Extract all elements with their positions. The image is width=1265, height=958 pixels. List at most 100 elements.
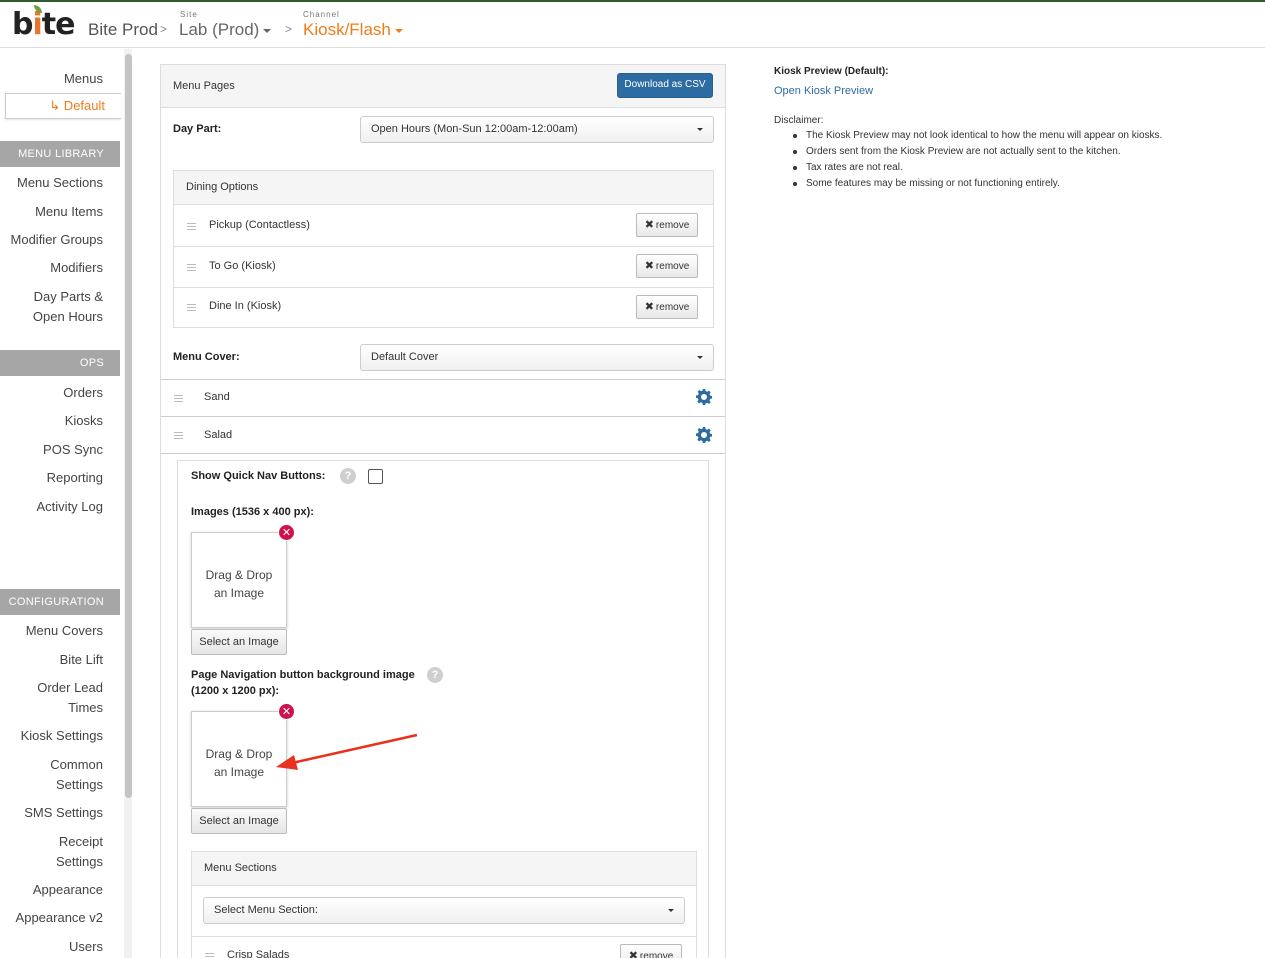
download-csv-button[interactable]: Download as CSV bbox=[617, 73, 713, 98]
sidebar-item-reporting[interactable]: Reporting bbox=[47, 468, 103, 488]
list-item: Orders sent from the Kiosk Preview are n… bbox=[774, 144, 1244, 160]
remove-to-go-button[interactable]: ✖ remove bbox=[636, 254, 698, 278]
sidebar-item-bite-lift[interactable]: Bite Lift bbox=[60, 650, 103, 670]
sidebar-item-users[interactable]: Users bbox=[69, 937, 103, 957]
sidebar-item-orders[interactable]: Orders bbox=[63, 383, 103, 403]
sidebar-item-receipt[interactable]: Receipt bbox=[59, 832, 103, 852]
select-page-nav-image-button[interactable]: Select an Image bbox=[191, 808, 287, 834]
dining-options-title: Dining Options bbox=[174, 171, 713, 205]
sidebar-item-day-parts[interactable]: Day Parts & bbox=[34, 287, 103, 307]
caret-down-icon bbox=[697, 356, 703, 359]
gear-icon[interactable] bbox=[696, 427, 712, 443]
sidebar-item-kiosk-settings[interactable]: Kiosk Settings bbox=[21, 726, 103, 746]
day-part-select[interactable]: Open Hours (Mon-Sun 12:00am-12:00am) bbox=[360, 116, 714, 143]
row-divider bbox=[174, 287, 713, 288]
remove-section-button[interactable]: ✖ remove bbox=[620, 944, 682, 958]
remove-icon: ✖ bbox=[644, 301, 654, 313]
caret-down-icon bbox=[263, 28, 272, 33]
sidebar-item-kiosks[interactable]: Kiosks bbox=[65, 411, 103, 431]
sidebar-item-times[interactable]: Times bbox=[68, 698, 103, 718]
configuration-header: CONFIGURATION bbox=[0, 589, 120, 615]
drag-handle-icon[interactable] bbox=[205, 953, 214, 958]
panel-header: Menu Pages Download as CSV bbox=[161, 65, 725, 108]
disclaimer-label: Disclaimer: bbox=[774, 115, 824, 126]
sidebar-item-menu-covers[interactable]: Menu Covers bbox=[26, 621, 103, 641]
help-icon[interactable]: ? bbox=[340, 468, 356, 484]
sidebar-item-receipt-settings[interactable]: Settings bbox=[56, 852, 103, 872]
help-icon[interactable]: ? bbox=[427, 667, 443, 683]
sidebar-item-sms-settings[interactable]: SMS Settings bbox=[24, 803, 103, 823]
menu-section-select[interactable]: Select Menu Section: bbox=[203, 897, 685, 924]
page-nav-image-size: (1200 x 1200 px): bbox=[191, 685, 280, 697]
menu-pages-panel: Menu Pages Download as CSV Day Part: Ope… bbox=[160, 64, 726, 958]
kiosk-preview-title: Kiosk Preview (Default): bbox=[774, 66, 889, 77]
images-label: Images (1536 x 400 px): bbox=[191, 506, 314, 518]
sidebar-item-common[interactable]: Common bbox=[50, 755, 103, 775]
bite-logo[interactable]: b ite bbox=[12, 5, 75, 42]
breadcrumb-separator: > bbox=[285, 22, 293, 36]
sidebar-scrollbar-thumb[interactable] bbox=[125, 54, 132, 798]
list-item: Tax rates are not real. bbox=[774, 160, 1244, 176]
menu-sections-box: Menu Sections Select Menu Section: Crisp… bbox=[191, 851, 697, 958]
sidebar-item-order-lead[interactable]: Order Lead bbox=[37, 678, 103, 698]
day-part-label: Day Part: bbox=[173, 123, 222, 135]
brand-name[interactable]: Bite Prod bbox=[88, 20, 158, 40]
row-divider bbox=[161, 416, 725, 417]
sidebar-item-activity-log[interactable]: Activity Log bbox=[37, 497, 103, 517]
site-selector[interactable]: Lab (Prod) bbox=[179, 20, 272, 40]
sidebar-item-default[interactable]: ↳ Default bbox=[5, 93, 121, 119]
list-item: The Kiosk Preview may not look identical… bbox=[774, 128, 1244, 144]
sidebar-item-menu-sections[interactable]: Menu Sections bbox=[17, 173, 103, 193]
menu-section-item: Crisp Salads bbox=[227, 949, 290, 958]
row-divider bbox=[161, 453, 725, 454]
sidebar-item-modifier-groups[interactable]: Modifier Groups bbox=[11, 230, 103, 250]
menu-cover-label: Menu Cover: bbox=[173, 351, 240, 363]
dining-option-dine-in: Dine In (Kiosk) bbox=[209, 300, 282, 312]
open-kiosk-preview-link[interactable]: Open Kiosk Preview bbox=[774, 85, 1244, 97]
gear-icon[interactable] bbox=[696, 389, 712, 405]
sidebar: Menus ↳ Default MENU LIBRARY Menu Sectio… bbox=[0, 49, 121, 958]
site-label: Site bbox=[180, 10, 198, 19]
close-icon[interactable]: ✕ bbox=[278, 524, 295, 541]
page-row-salad[interactable]: Salad bbox=[204, 429, 232, 441]
channel-selector[interactable]: Kiosk/Flash bbox=[303, 20, 403, 40]
list-item: Some features may be missing or not func… bbox=[774, 176, 1244, 192]
close-icon[interactable]: ✕ bbox=[278, 703, 295, 720]
dining-option-to-go: To Go (Kiosk) bbox=[209, 260, 276, 272]
sidebar-item-modifiers[interactable]: Modifiers bbox=[50, 258, 103, 278]
sidebar-item-common-settings[interactable]: Settings bbox=[56, 775, 103, 795]
salad-settings-box: Show Quick Nav Buttons: ? Images (1536 x… bbox=[177, 460, 709, 958]
row-divider bbox=[161, 379, 725, 380]
drag-handle-icon[interactable] bbox=[174, 395, 183, 402]
drag-handle-icon[interactable] bbox=[187, 223, 196, 230]
select-image-button[interactable]: Select an Image bbox=[191, 629, 287, 655]
row-divider bbox=[192, 936, 696, 937]
channel-label: Channel bbox=[303, 10, 340, 19]
show-quick-nav-checkbox[interactable] bbox=[368, 469, 383, 484]
sidebar-item-appearance-v2[interactable]: Appearance v2 bbox=[16, 908, 103, 928]
sidebar-item-appearance[interactable]: Appearance bbox=[33, 880, 103, 900]
remove-icon: ✖ bbox=[628, 950, 638, 958]
caret-down-icon bbox=[668, 909, 674, 912]
caret-down-icon bbox=[697, 128, 703, 131]
menu-library-header: MENU LIBRARY bbox=[0, 141, 120, 167]
page-row-sand[interactable]: Sand bbox=[204, 391, 230, 403]
caret-down-icon bbox=[394, 28, 403, 33]
drag-handle-icon[interactable] bbox=[187, 264, 196, 271]
sidebar-item-menus[interactable]: Menus bbox=[64, 69, 103, 89]
image-drop-zone[interactable]: Drag & Drop an Image bbox=[191, 532, 287, 628]
dining-option-pickup: Pickup (Contactless) bbox=[209, 219, 310, 231]
sidebar-item-pos-sync[interactable]: POS Sync bbox=[43, 440, 103, 460]
leaf-icon bbox=[34, 5, 43, 13]
sidebar-item-open-hours[interactable]: Open Hours bbox=[33, 307, 103, 327]
page-nav-image-label: Page Navigation button background image bbox=[191, 669, 415, 681]
kiosk-preview-section: Kiosk Preview (Default): Open Kiosk Prev… bbox=[774, 66, 1244, 192]
drag-handle-icon[interactable] bbox=[174, 432, 183, 439]
row-divider bbox=[174, 246, 713, 247]
sidebar-item-menu-items[interactable]: Menu Items bbox=[35, 202, 103, 222]
arrow-annotation bbox=[276, 733, 418, 770]
drag-handle-icon[interactable] bbox=[187, 304, 196, 311]
menu-cover-select[interactable]: Default Cover bbox=[360, 344, 714, 371]
remove-pickup-button[interactable]: ✖ remove bbox=[636, 213, 698, 237]
remove-dine-in-button[interactable]: ✖ remove bbox=[636, 295, 698, 319]
